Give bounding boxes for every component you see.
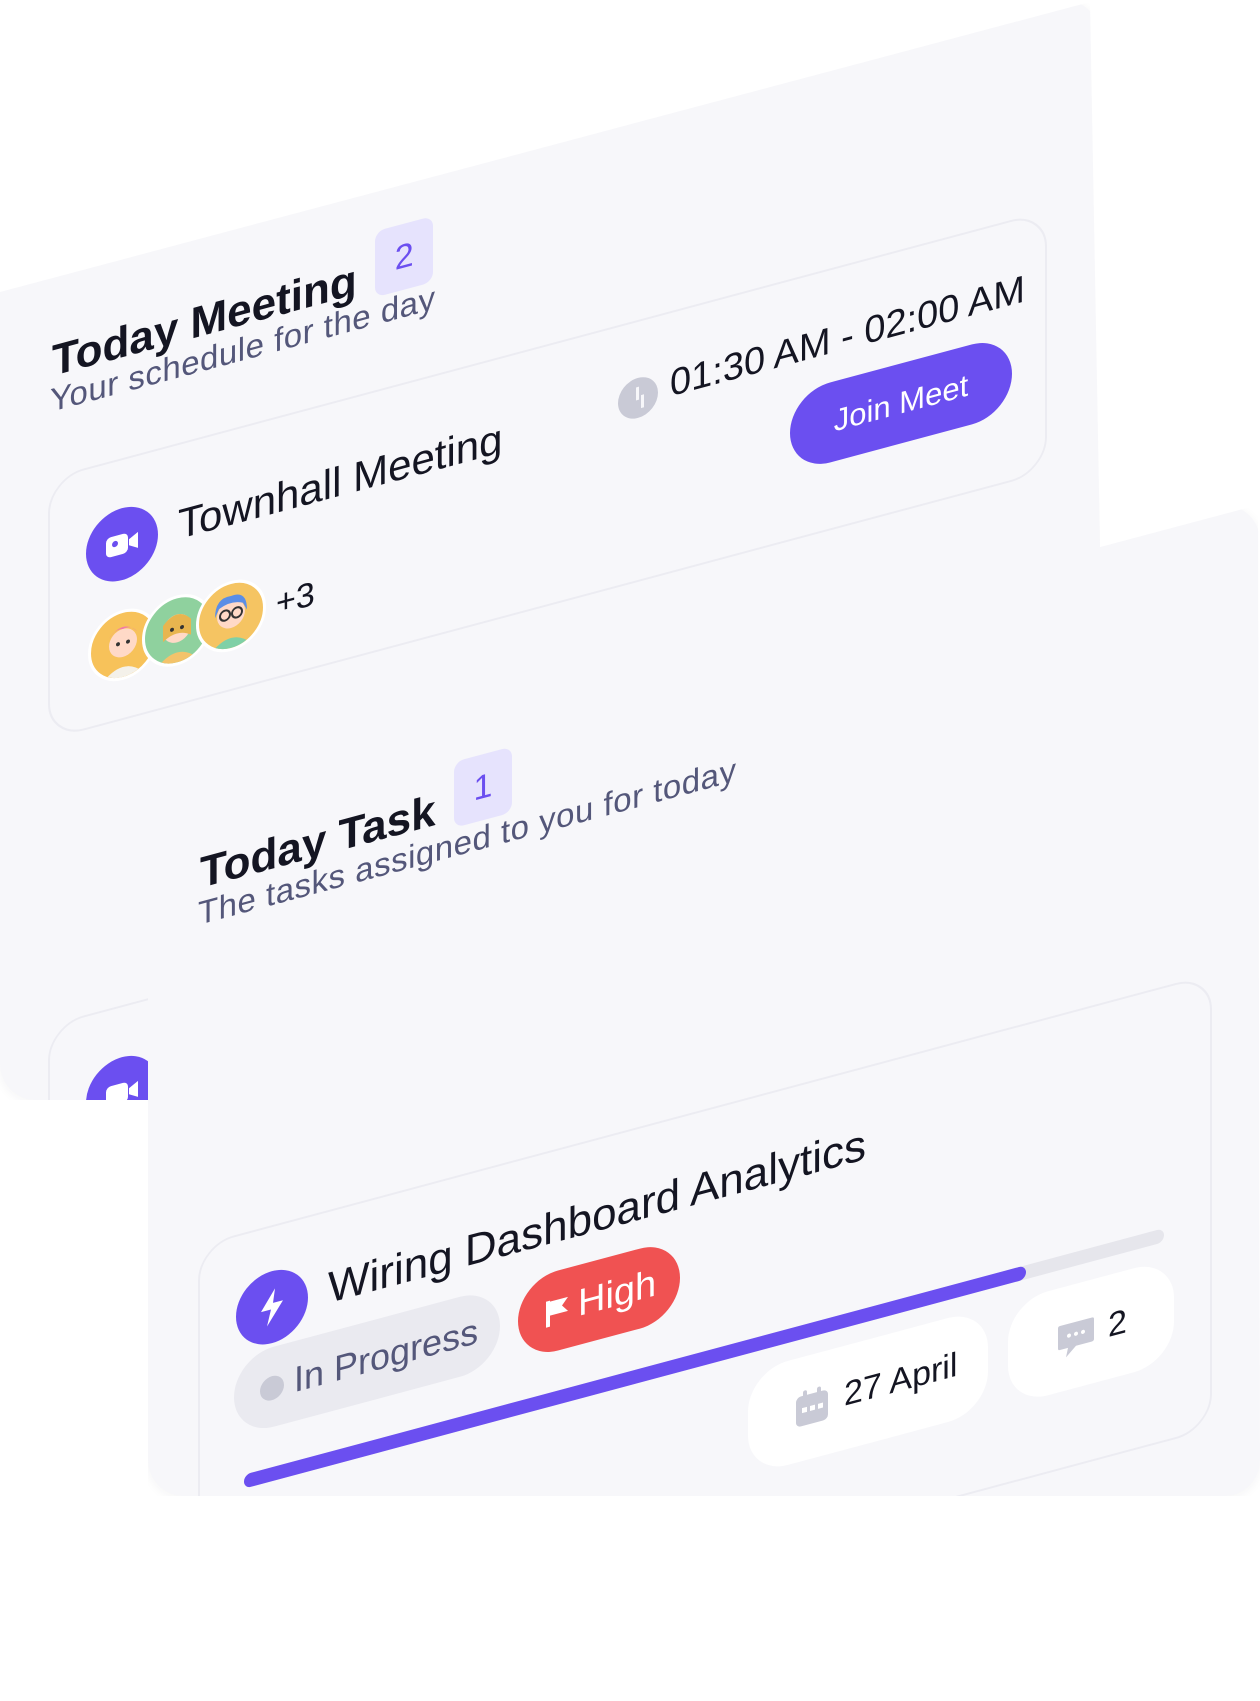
avatar [292,1531,362,1620]
clock-icon [618,372,658,424]
video-camera-icon [86,1047,158,1100]
comments-count: 2 [1108,1302,1127,1346]
task-card[interactable]: Wiring Dashboard Analytics In Progress H… [198,973,1212,1635]
calendar-icon [794,1383,830,1436]
comment-icon [1056,1314,1096,1368]
meeting-title: Townhall Meeting [178,414,503,549]
avatar [348,1516,418,1605]
lightning-icon [236,1261,308,1353]
comments-chip[interactable]: 2 [1008,1257,1174,1406]
video-camera-icon [86,498,158,590]
avatar [196,571,266,661]
avatar [236,1546,306,1635]
status-label: In Progress [294,1309,479,1401]
clock-icon [260,1372,284,1404]
flag-icon [544,1293,570,1335]
due-date: 27 April [844,1345,958,1414]
extra-attendees-count: +3 [276,574,315,623]
avatar [88,1138,158,1227]
